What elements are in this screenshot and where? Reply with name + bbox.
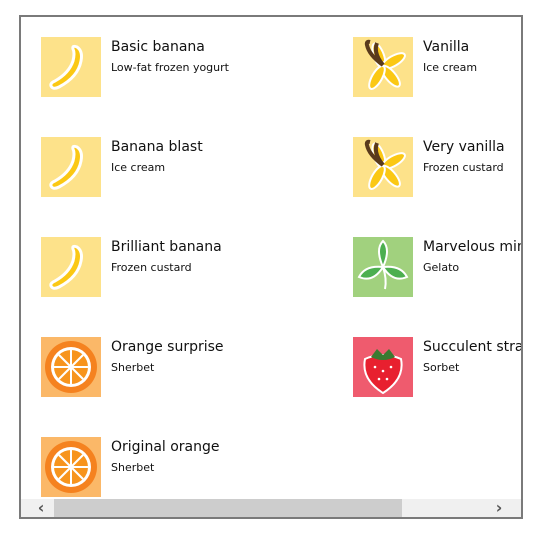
list-item[interactable]: Succulent strawberry Sorbet: [353, 337, 523, 397]
banana-icon: [41, 237, 101, 297]
horizontal-scrollbar[interactable]: ‹ ›: [21, 499, 521, 517]
item-subtitle: Sherbet: [111, 461, 155, 474]
item-title: Banana blast: [111, 139, 203, 155]
chevron-right-icon[interactable]: ›: [489, 499, 509, 517]
item-subtitle: Ice cream: [423, 61, 478, 74]
item-grid-view: Basic banana Low-fat frozen yogurt Banan…: [19, 15, 523, 519]
vanilla-icon: [353, 37, 413, 97]
item-subtitle: Frozen custard: [111, 261, 192, 274]
item-subtitle: Sherbet: [111, 361, 155, 374]
orange-icon: [41, 437, 101, 497]
item-subtitle: Gelato: [423, 261, 460, 274]
strawberry-icon: [353, 337, 413, 397]
orange-icon: [41, 337, 101, 397]
item-subtitle: Ice cream: [111, 161, 166, 174]
item-title: Basic banana: [111, 39, 205, 55]
chevron-left-icon[interactable]: ‹: [31, 499, 51, 517]
list-item[interactable]: Vanilla Ice cream: [353, 37, 521, 97]
item-title: Vanilla: [423, 39, 470, 55]
item-subtitle: Frozen custard: [423, 161, 504, 174]
item-title: Marvelous mint: [423, 239, 523, 255]
list-item[interactable]: Orange surprise Sherbet: [41, 337, 341, 397]
item-title: Orange surprise: [111, 339, 224, 355]
banana-icon: [41, 137, 101, 197]
list-item[interactable]: Very vanilla Frozen custard: [353, 137, 521, 197]
banana-icon: [41, 37, 101, 97]
vanilla-icon: [353, 137, 413, 197]
scrollbar-thumb[interactable]: [54, 499, 402, 517]
item-title: Very vanilla: [423, 139, 505, 155]
item-subtitle: Low-fat frozen yogurt: [111, 61, 229, 74]
mint-icon: [353, 237, 413, 297]
list-item[interactable]: Basic banana Low-fat frozen yogurt: [41, 37, 341, 97]
item-title: Brilliant banana: [111, 239, 222, 255]
list-item[interactable]: Original orange Sherbet: [41, 437, 341, 497]
item-title: Succulent strawberry: [423, 339, 523, 355]
list-item[interactable]: Brilliant banana Frozen custard: [41, 237, 341, 297]
list-item[interactable]: Banana blast Ice cream: [41, 137, 341, 197]
list-item[interactable]: Marvelous mint Gelato: [353, 237, 523, 297]
item-subtitle: Sorbet: [423, 361, 460, 374]
item-title: Original orange: [111, 439, 220, 455]
